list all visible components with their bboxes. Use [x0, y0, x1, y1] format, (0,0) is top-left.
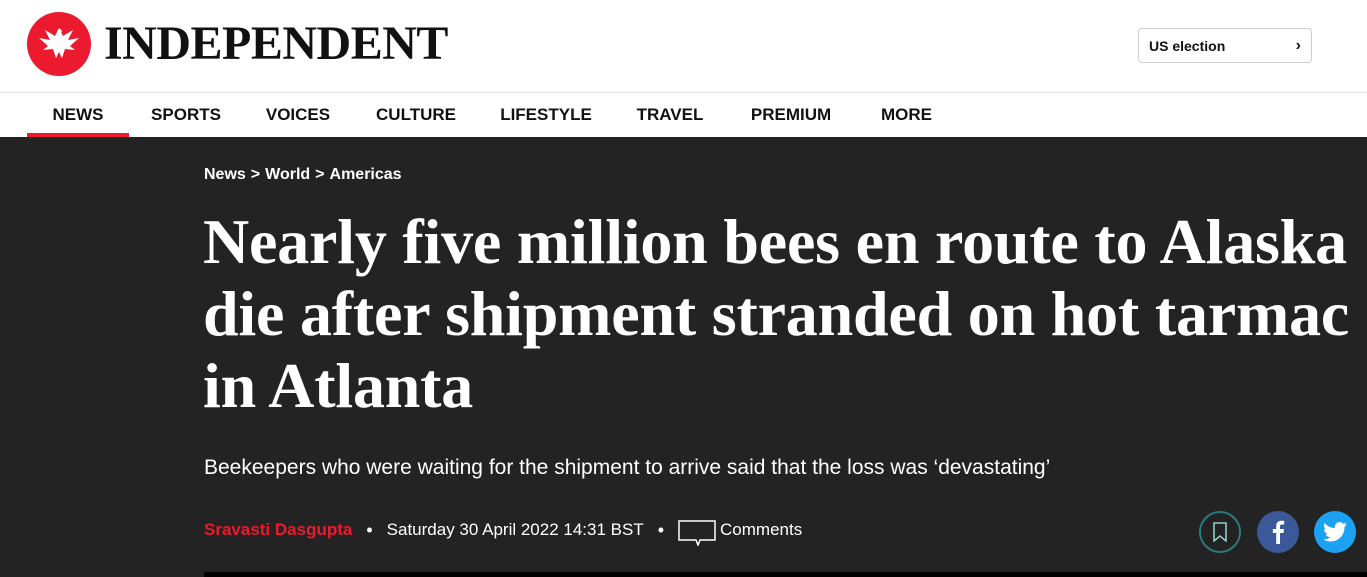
breadcrumb-separator: >: [315, 166, 325, 183]
masthead: INDEPENDENT US election ›: [0, 0, 1367, 92]
nav-item-sports[interactable]: SPORTS: [141, 93, 231, 137]
author-link[interactable]: Sravasti Dasgupta: [204, 520, 352, 540]
bookmark-button[interactable]: [1199, 511, 1241, 553]
comments-label: Comments: [720, 520, 803, 539]
chevron-right-icon: ›: [1295, 36, 1301, 54]
breadcrumb-world[interactable]: World: [265, 166, 310, 183]
us-election-button[interactable]: US election ›: [1138, 28, 1312, 63]
byline-bullet: •: [657, 519, 665, 540]
comments-link[interactable]: Comments: [678, 514, 802, 546]
byline-bullet: •: [366, 519, 373, 540]
facebook-icon: [1272, 520, 1285, 544]
nav-item-more[interactable]: MORE: [868, 93, 945, 137]
us-election-label: US election: [1149, 37, 1226, 54]
eagle-logo-icon[interactable]: [27, 12, 91, 76]
nav-item-lifestyle[interactable]: LIFESTYLE: [491, 93, 601, 137]
byline: Sravasti Dasgupta • Saturday 30 April 20…: [204, 514, 802, 546]
twitter-icon: [1323, 522, 1347, 542]
twitter-share-button[interactable]: [1314, 511, 1356, 553]
breadcrumb-separator: >: [250, 166, 261, 183]
main-nav: NEWS SPORTS VOICES CULTURE LIFESTYLE TRA…: [0, 92, 1367, 137]
breadcrumb-americas[interactable]: Americas: [330, 166, 402, 183]
bookmark-icon: [1213, 522, 1227, 542]
nav-item-premium[interactable]: PREMIUM: [739, 93, 843, 137]
article-standfirst: Beekeepers who were waiting for the ship…: [204, 456, 1051, 479]
article-headline: Nearly five million bees en route to Ala…: [203, 206, 1350, 421]
site-logo-wordmark[interactable]: INDEPENDENT: [104, 14, 448, 74]
breadcrumb-news[interactable]: News: [204, 166, 246, 183]
publish-date: Saturday 30 April 2022 14:31 BST: [386, 520, 644, 539]
nav-item-news[interactable]: NEWS: [27, 93, 129, 137]
nav-item-voices[interactable]: VOICES: [255, 93, 341, 137]
comment-bubble-icon: [678, 520, 716, 546]
nav-item-travel[interactable]: TRAVEL: [626, 93, 714, 137]
facebook-share-button[interactable]: [1257, 511, 1299, 553]
breadcrumb: News > World > Americas: [204, 166, 402, 184]
article-media-edge: [204, 572, 1367, 577]
nav-item-culture[interactable]: CULTURE: [366, 93, 466, 137]
